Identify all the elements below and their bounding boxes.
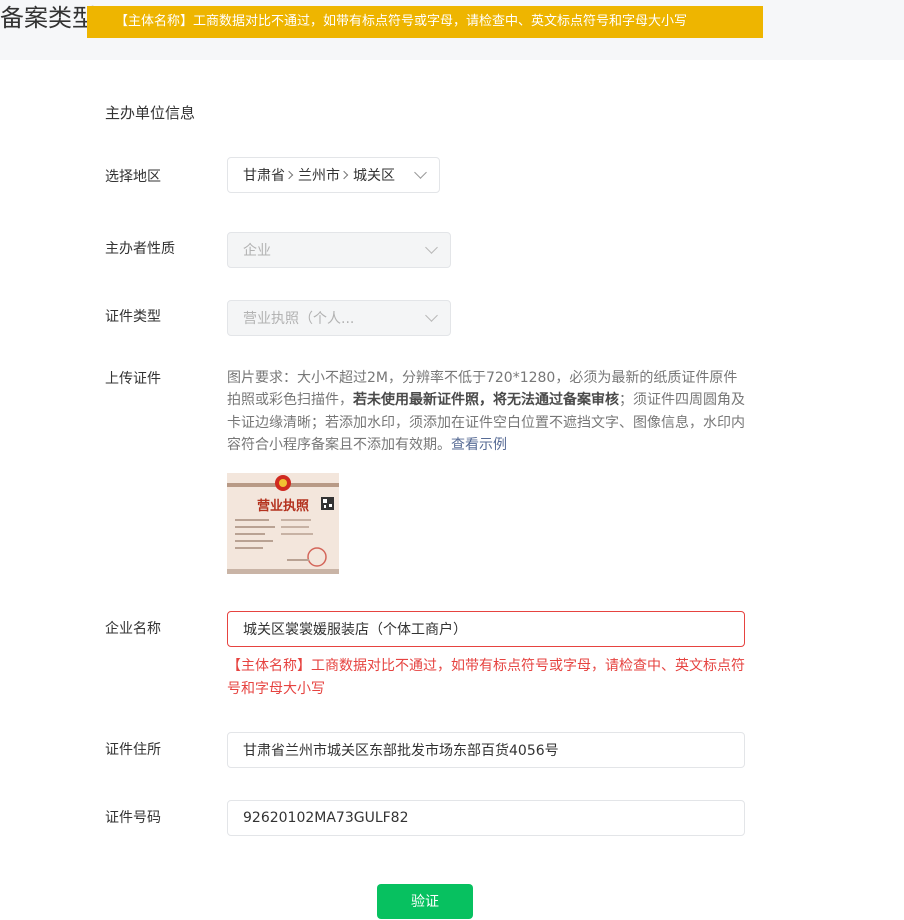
region-district: 城关区 xyxy=(353,168,395,184)
company-name-input[interactable]: 城关区裳裳媛服装店（个体工商户） xyxy=(227,611,745,647)
address-label: 证件住所 xyxy=(105,742,161,758)
page-title: 备案类型 xyxy=(0,4,96,32)
company-name-error: 【主体名称】工商数据对比不通过，如带有标点符号或字母，请检查中、英文标点符号和字… xyxy=(227,658,745,697)
organizer-type-value: 企业 xyxy=(243,243,271,259)
upload-desc-bold: 若未使用最新证件照，将无法通过备案审核 xyxy=(353,392,619,409)
address-input[interactable]: 甘肃省兰州市城关区东部批发市场东部百货4056号 xyxy=(227,732,745,768)
error-toast: 【主体名称】工商数据对比不通过，如带有标点符号或字母，请检查中、英文标点符号和字… xyxy=(87,6,763,38)
cert-number-value: 92620102MA73GULF82 xyxy=(243,810,409,826)
cert-type-label: 证件类型 xyxy=(105,309,161,325)
region-city: 兰州市 xyxy=(298,168,340,184)
chevron-down-icon xyxy=(425,309,438,322)
license-image[interactable]: 营业执照 xyxy=(227,473,339,574)
company-name-label: 企业名称 xyxy=(105,621,161,637)
section-title: 主办单位信息 xyxy=(105,104,196,122)
chevron-right-icon xyxy=(284,170,294,179)
address-value: 甘肃省兰州市城关区东部批发市场东部百货4056号 xyxy=(243,743,559,759)
cert-type-value: 营业执照（个人... xyxy=(243,311,355,327)
upload-requirements: 图片要求：大小不超过2M，分辨率不低于720*1280，必须为最新的纸质证件原件… xyxy=(227,367,749,456)
region-select[interactable]: 甘肃省 兰州市 城关区 xyxy=(227,157,440,193)
license-image-title: 营业执照 xyxy=(257,498,309,514)
company-name-value: 城关区裳裳媛服装店（个体工商户） xyxy=(243,622,467,638)
cert-number-label: 证件号码 xyxy=(105,810,161,826)
verify-button[interactable]: 验证 xyxy=(377,884,473,919)
region-label: 选择地区 xyxy=(105,169,161,185)
cert-number-input[interactable]: 92620102MA73GULF82 xyxy=(227,800,745,836)
organizer-type-select[interactable]: 企业 xyxy=(227,232,451,268)
chevron-down-icon xyxy=(425,241,438,254)
chevron-right-icon xyxy=(339,170,349,179)
chevron-down-icon xyxy=(414,166,427,179)
cert-type-select[interactable]: 营业执照（个人... xyxy=(227,300,451,336)
upload-label: 上传证件 xyxy=(105,371,161,387)
organizer-type-label: 主办者性质 xyxy=(105,241,175,257)
qr-code-icon xyxy=(321,497,334,510)
view-example-link[interactable]: 查看示例 xyxy=(451,437,507,453)
region-province: 甘肃省 xyxy=(243,168,285,184)
license-thumbnail-graphic: 营业执照 xyxy=(227,473,339,574)
